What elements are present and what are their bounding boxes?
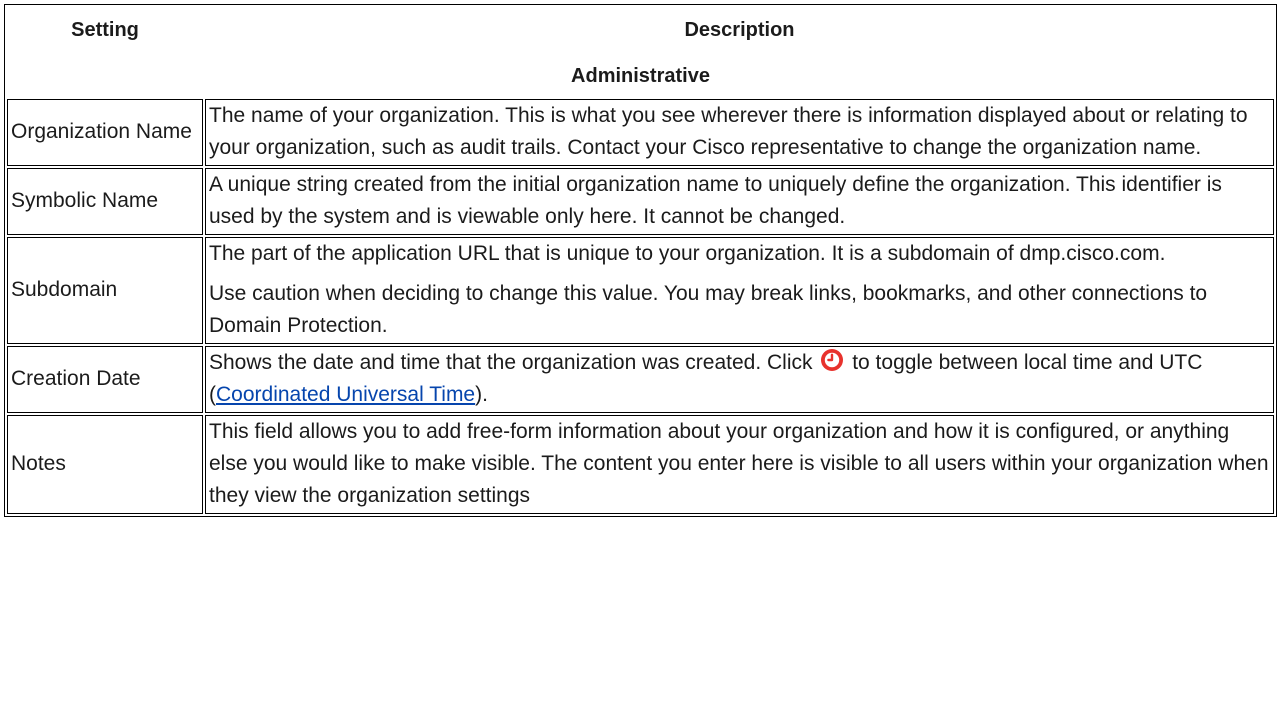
table-row: Subdomain The part of the application UR… [7, 237, 1274, 344]
table-row: Symbolic Name A unique string created fr… [7, 168, 1274, 235]
settings-table: Setting Description Administrative Organ… [4, 4, 1277, 517]
setting-description: This field allows you to add free-form i… [205, 415, 1274, 514]
table-header-row: Setting Description [7, 7, 1274, 51]
description-paragraph: The part of the application URL that is … [209, 242, 1166, 265]
description-text: ). [475, 383, 488, 406]
setting-description: The name of your organization. This is w… [205, 99, 1274, 166]
clock-icon[interactable] [820, 348, 844, 372]
table-row: Creation Date Shows the date and time th… [7, 346, 1274, 413]
setting-name-creation-date: Creation Date [7, 346, 203, 413]
description-text: Shows the date and time that the organiz… [209, 351, 813, 374]
setting-name-subdomain: Subdomain [7, 237, 203, 344]
section-heading-administrative: Administrative [571, 65, 710, 87]
document-page: Setting Description Administrative Organ… [0, 0, 1280, 715]
setting-description: The part of the application URL that is … [205, 237, 1274, 344]
setting-name-notes: Notes [7, 415, 203, 514]
section-row: Administrative [7, 53, 1274, 97]
column-header-setting: Setting [71, 19, 139, 41]
description-paragraph: Use caution when deciding to change this… [209, 282, 1208, 337]
table-row: Organization Name The name of your organ… [7, 99, 1274, 166]
utc-link[interactable]: Coordinated Universal Time [216, 383, 475, 406]
setting-description: A unique string created from the initial… [205, 168, 1274, 235]
setting-name-symbolic-name: Symbolic Name [7, 168, 203, 235]
column-header-description: Description [684, 19, 795, 41]
setting-name-organization-name: Organization Name [7, 99, 203, 166]
table-row: Notes This field allows you to add free-… [7, 415, 1274, 514]
setting-description: Shows the date and time that the organiz… [205, 346, 1274, 413]
